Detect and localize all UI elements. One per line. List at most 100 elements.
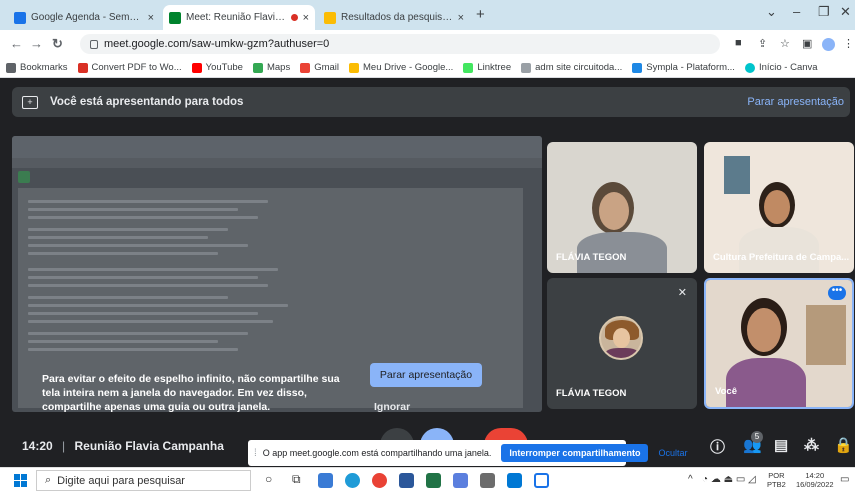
excel-icon[interactable] [426, 473, 441, 488]
hide-button[interactable]: Ocultar [658, 448, 687, 458]
sympla-icon [632, 62, 643, 73]
forward-icon[interactable]: → [30, 36, 43, 51]
info-icon[interactable]: ⓘ [710, 436, 725, 457]
file-explorer-icon[interactable] [318, 473, 333, 488]
pdf-icon [77, 62, 88, 73]
tab-title: Google Agenda - Semana de 11 [31, 12, 143, 23]
meet-icon [169, 11, 181, 24]
gmail-icon [300, 62, 311, 73]
tab-google-agenda[interactable]: Google Agenda - Semana de 11 × [8, 5, 160, 30]
tray-icons[interactable]: ◔ ☁ ⏏ ▭ ◿ [702, 474, 756, 485]
profile-avatar[interactable] [822, 38, 835, 51]
recording-icon [290, 14, 298, 21]
tray-chevron-icon[interactable]: ^ [688, 474, 693, 485]
site-icon [521, 62, 532, 73]
share-notice-text: O app meet.google.com está compartilhand… [262, 448, 492, 458]
calendar-icon [14, 11, 26, 24]
address-toolbar: ← → ↻ meet.google.com/saw-umkw-gzm?authu… [0, 30, 855, 58]
meeting-time: 14:20 [22, 439, 53, 453]
participant-count-badge: 5 [751, 431, 763, 443]
app-icon[interactable] [480, 473, 495, 488]
separator: | [62, 439, 66, 453]
mirror-warning-text: Para evitar o efeito de espelho infinito… [42, 373, 340, 413]
windows-start-icon[interactable] [14, 474, 27, 487]
participant-tile[interactable]: Cultura Prefeitura de Campa... [704, 142, 854, 273]
edge-icon[interactable] [345, 473, 360, 488]
browser-tab-bar: Google Agenda - Semana de 11 × Meet: Reu… [0, 0, 855, 30]
close-icon[interactable]: × [148, 12, 154, 24]
tab-meet[interactable]: Meet: Reunião Flavia Campa × [163, 5, 315, 30]
bookmark-item[interactable]: Bookmarks [6, 62, 68, 73]
bookmark-item[interactable]: Maps [252, 62, 290, 73]
word-icon[interactable] [399, 473, 414, 488]
search-icon: ⌕ [45, 474, 52, 486]
taskbar-clock[interactable]: 14:20 16/09/2022 [796, 471, 834, 489]
chrome-active-icon[interactable] [534, 473, 549, 488]
back-icon[interactable]: ← [10, 36, 23, 51]
youtube-icon [191, 62, 202, 73]
chrome-icon[interactable] [372, 473, 387, 488]
meeting-info: 14:20 | Reunião Flavia Campanha [22, 439, 224, 453]
close-icon[interactable]: × [458, 12, 464, 24]
bookmark-item[interactable]: Convert PDF to Wo... [77, 62, 182, 73]
present-screen-icon: + [22, 95, 38, 109]
cortana-icon[interactable]: ○ [265, 472, 272, 486]
camera-icon[interactable]: ■ [735, 37, 742, 49]
minimize-icon[interactable]: – [793, 4, 800, 19]
tab-title: Meet: Reunião Flavia Campa [186, 12, 286, 23]
tab-search-results[interactable]: Resultados da pesquisa - Google × [318, 5, 470, 30]
close-window-icon[interactable]: ✕ [840, 4, 851, 20]
ignore-button[interactable]: Ignorar [374, 401, 410, 413]
bookmarks-bar: Bookmarks Convert PDF to Wo... YouTube M… [0, 58, 855, 78]
bookmark-item[interactable]: adm site circuitoda... [521, 62, 622, 73]
participant-tile[interactable]: ✕ FLÁVIA TEGON [547, 278, 697, 409]
chat-icon[interactable]: ▤ [774, 436, 788, 454]
activities-icon[interactable]: ⁂ [804, 436, 819, 454]
store-icon[interactable] [507, 473, 522, 488]
participant-name: Cultura Prefeitura de Campa... [713, 252, 850, 263]
bookmark-item[interactable]: Início - Canva [744, 62, 818, 73]
app-icon[interactable] [453, 473, 468, 488]
presenting-banner: + Você está apresentando para todos Para… [12, 87, 850, 117]
tab-search-icon[interactable]: ⌄ [766, 4, 777, 20]
sheets-icon [18, 171, 30, 183]
more-options-icon[interactable]: ••• [828, 286, 846, 300]
stop-presenting-link[interactable]: Parar apresentação [747, 96, 844, 108]
bookmark-item[interactable]: Linktree [463, 62, 511, 73]
taskbar-search[interactable]: ⌕ Digite aqui para pesquisar [36, 470, 251, 491]
bookmark-item[interactable]: Sympla - Plataform... [632, 62, 735, 73]
preview-browser-chrome [12, 136, 542, 158]
stop-presenting-button[interactable]: Parar apresentação [370, 363, 482, 387]
sidepanel-icon[interactable]: ▣ [802, 37, 812, 50]
meeting-title: Reunião Flavia Campanha [74, 439, 224, 453]
drive-icon [324, 11, 336, 24]
participant-tile-self[interactable]: ••• Você [704, 278, 854, 409]
menu-icon[interactable]: ⋮ [843, 37, 854, 50]
presenting-text: Você está apresentando para todos [50, 96, 244, 108]
canva-icon [744, 62, 755, 73]
close-icon[interactable]: × [303, 12, 309, 24]
share-icon[interactable]: ⇪ [758, 37, 767, 50]
bookmark-item[interactable]: Gmail [300, 62, 339, 73]
star-icon[interactable]: ☆ [780, 37, 790, 50]
host-controls-icon[interactable]: 🔒 [834, 436, 853, 454]
search-placeholder: Digite aqui para pesquisar [57, 474, 185, 487]
stop-sharing-button[interactable]: Interromper compartilhamento [501, 444, 649, 462]
participant-name: Você [715, 386, 738, 397]
windows-taskbar: ⌕ Digite aqui para pesquisar ○ ⧉ ^ ◔ ☁ ⏏… [0, 467, 855, 492]
language-indicator[interactable]: POR PTB2 [767, 471, 786, 489]
drag-handle-icon[interactable]: ⁞ [254, 448, 257, 459]
participant-tile[interactable]: FLÁVIA TEGON [547, 142, 697, 273]
tab-title: Resultados da pesquisa - Google [341, 12, 453, 23]
maximize-icon[interactable]: ❐ [818, 4, 830, 20]
task-view-icon[interactable]: ⧉ [292, 472, 301, 487]
notifications-icon[interactable]: ▭ [840, 474, 849, 485]
lock-icon [90, 39, 98, 49]
address-bar[interactable]: meet.google.com/saw-umkw-gzm?authuser=0 [80, 34, 720, 54]
reload-icon[interactable]: ↻ [52, 36, 63, 52]
mic-off-icon: ✕ [677, 287, 687, 299]
bookmark-item[interactable]: YouTube [191, 62, 243, 73]
drive-icon [349, 62, 360, 73]
bookmark-item[interactable]: Meu Drive - Google... [349, 62, 453, 73]
new-tab-button[interactable]: + [476, 6, 485, 23]
